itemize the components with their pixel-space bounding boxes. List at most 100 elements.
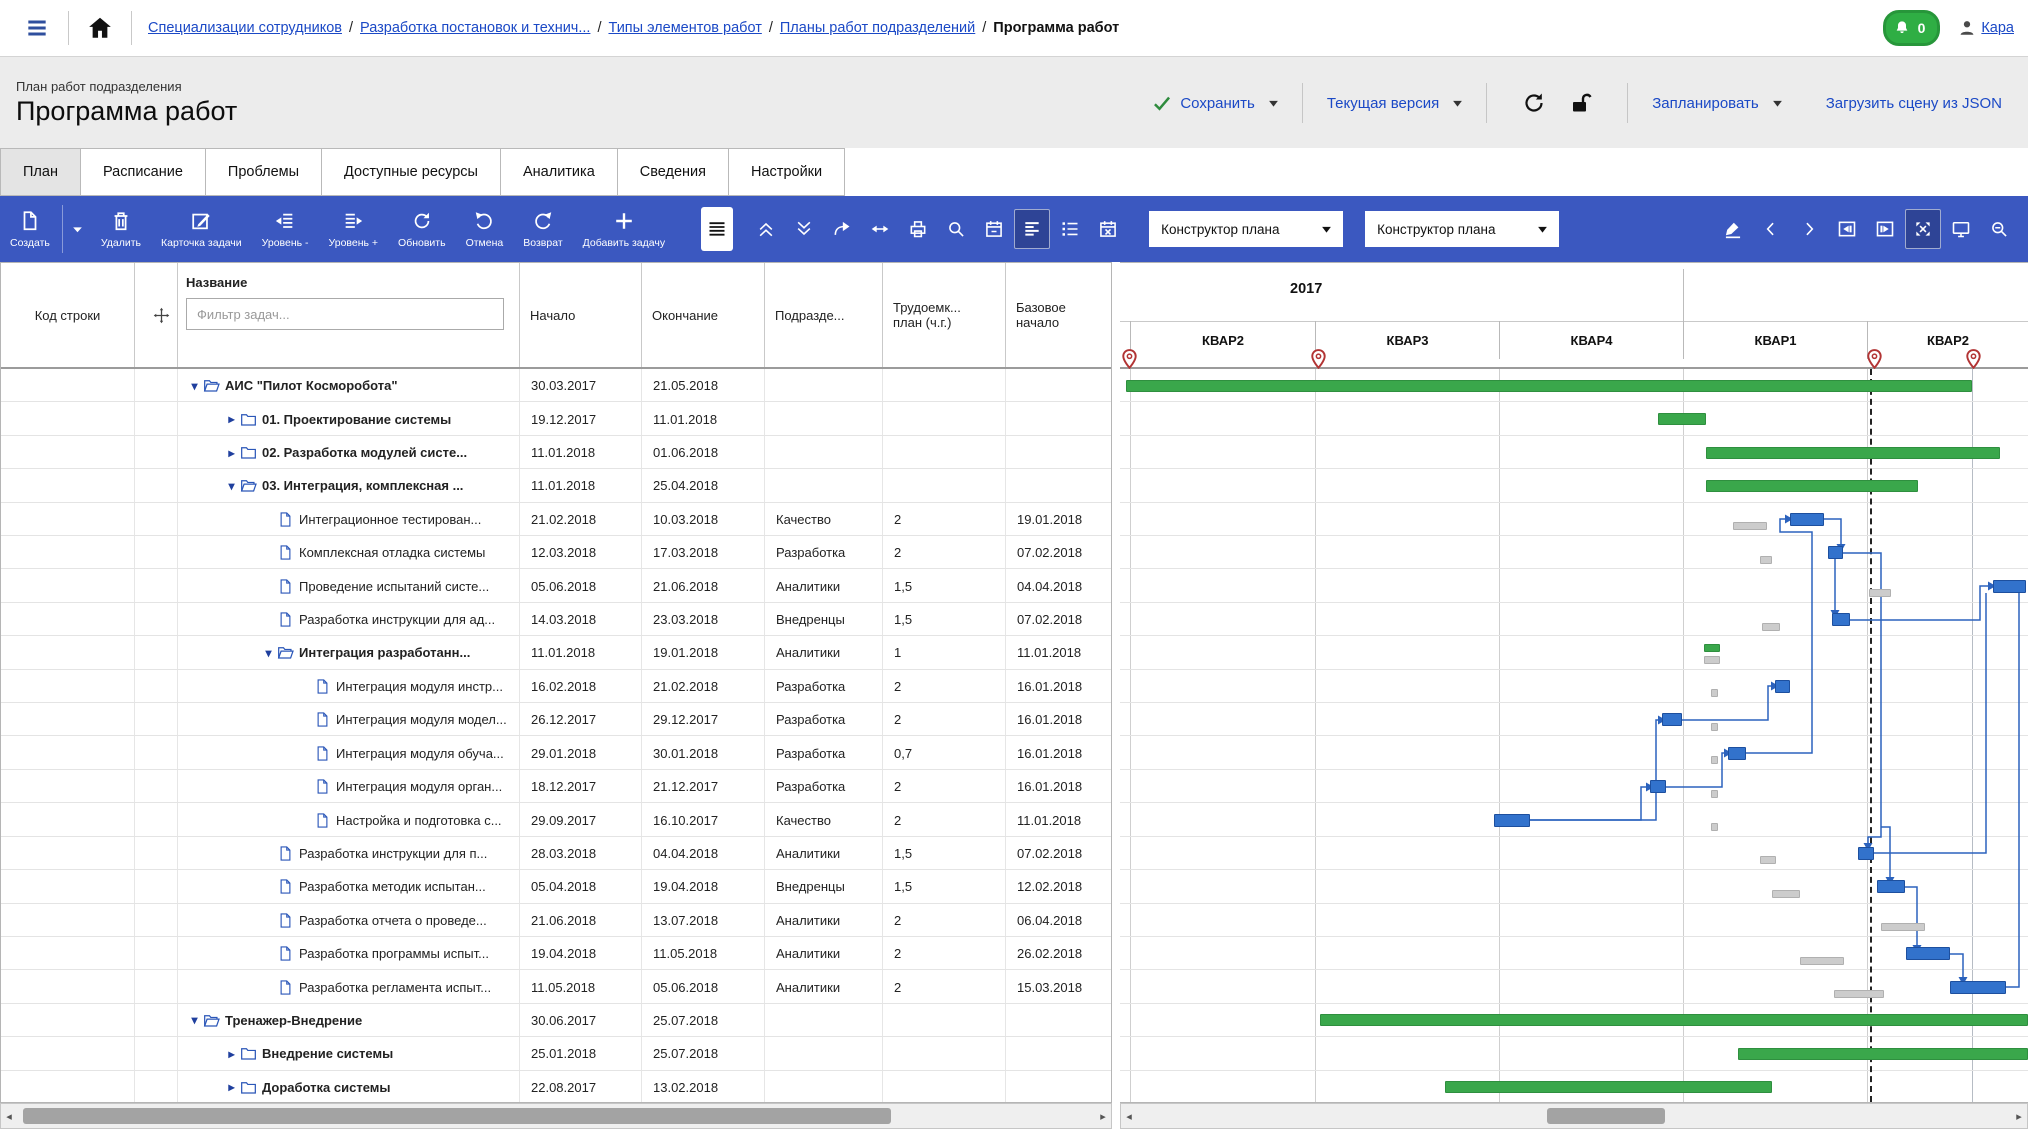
gantt-bar-task[interactable]: [1832, 613, 1850, 626]
scroll-left-arrow[interactable]: ◂: [1122, 1108, 1136, 1124]
tree-toggle-icon[interactable]: ▾: [187, 1013, 202, 1027]
tree-toggle-icon[interactable]: ▾: [261, 646, 276, 660]
gantt-bar-task[interactable]: [1790, 513, 1824, 526]
table-row[interactable]: Комплексная отладка системы12.03.201817.…: [1, 536, 1111, 569]
schedule-button[interactable]: Запланировать: [1652, 95, 1781, 112]
table-row[interactable]: ▸ Внедрение системы25.01.201825.07.2018: [1, 1037, 1111, 1070]
drag-cross-icon[interactable]: [153, 307, 170, 324]
column-header-base-start[interactable]: Базовоеначало: [1005, 263, 1113, 367]
column-header-name[interactable]: Название: [177, 263, 519, 367]
scroll-right-arrow[interactable]: ▸: [1096, 1108, 1110, 1124]
print-button[interactable]: [900, 209, 936, 249]
table-row[interactable]: Разработка регламента испыт...11.05.2018…: [1, 970, 1111, 1003]
level-plus-button[interactable]: Уровень +: [319, 199, 389, 259]
table-row[interactable]: Разработка методик испытан...05.04.20181…: [1, 870, 1111, 903]
tab-plan[interactable]: План: [0, 148, 81, 196]
task-filter-input[interactable]: [186, 298, 504, 330]
refresh-button[interactable]: Обновить: [388, 199, 456, 259]
breadcrumb-link-1[interactable]: Разработка постановок и технич...: [360, 20, 590, 36]
add-task-button[interactable]: Добавить задачу: [573, 199, 675, 259]
table-row[interactable]: Проведение испытаний систе...05.06.20182…: [1, 569, 1111, 602]
gantt-bar-summary[interactable]: [1320, 1014, 2028, 1026]
plan-constructor-2-select[interactable]: Конструктор плана: [1365, 211, 1559, 247]
gantt-bar-task[interactable]: [1494, 814, 1530, 827]
gantt-bar-summary[interactable]: [1126, 380, 1972, 392]
tree-toggle-icon[interactable]: ▸: [224, 446, 239, 460]
tab-analitika[interactable]: Аналитика: [501, 148, 618, 196]
table-row[interactable]: ▸ 01. Проектирование системы19.12.201711…: [1, 402, 1111, 435]
scrollbar-thumb[interactable]: [1547, 1108, 1665, 1124]
fit-screen-button[interactable]: [1905, 209, 1941, 249]
zoom-out-button[interactable]: [1981, 209, 2017, 249]
scroll-right-button[interactable]: [1791, 209, 1827, 249]
gantt-bar-task[interactable]: [1950, 981, 2006, 994]
table-row[interactable]: ▸ Доработка системы22.08.201713.02.2018: [1, 1071, 1111, 1102]
gantt-bar-task[interactable]: [1828, 546, 1843, 559]
load-json-button[interactable]: Загрузить сцену из JSON: [1826, 95, 2002, 112]
task-list-button[interactable]: [1052, 209, 1088, 249]
table-hscrollbar[interactable]: ◂▸: [0, 1103, 1112, 1129]
tree-toggle-icon[interactable]: ▸: [224, 412, 239, 426]
search-button[interactable]: [938, 209, 974, 249]
gantt-bar-task[interactable]: [1650, 780, 1666, 793]
tree-toggle-icon[interactable]: ▸: [224, 1080, 239, 1094]
table-row[interactable]: Настройка и подготовка с...29.09.201716.…: [1, 803, 1111, 836]
table-row[interactable]: Разработка отчета о проведе...21.06.2018…: [1, 904, 1111, 937]
home-icon[interactable]: [85, 13, 115, 43]
breadcrumb-link-0[interactable]: Специализации сотрудников: [148, 20, 342, 36]
column-header-end[interactable]: Окончание: [641, 263, 764, 367]
column-header-code[interactable]: Код строки: [1, 263, 134, 367]
cancel-button[interactable]: Отмена: [456, 199, 514, 259]
table-row[interactable]: Разработка программы испыт...19.04.20181…: [1, 937, 1111, 970]
tab-svedeniya[interactable]: Сведения: [618, 148, 729, 196]
gantt-bar-summary[interactable]: [1658, 413, 1706, 425]
user-menu[interactable]: Кара: [1958, 19, 2014, 37]
table-row[interactable]: Интеграция модуля инстр...16.02.201821.0…: [1, 670, 1111, 703]
column-header-drag[interactable]: [134, 263, 177, 367]
align-view-button[interactable]: [1014, 209, 1050, 249]
frame-next-button[interactable]: [1867, 209, 1903, 249]
task-card-button[interactable]: Карточка задачи: [151, 199, 252, 259]
calendar-minus-button[interactable]: [976, 209, 1012, 249]
table-row[interactable]: Интеграция модуля обуча...29.01.201830.0…: [1, 736, 1111, 769]
go-to-task-button[interactable]: [824, 209, 860, 249]
gantt-bar-task[interactable]: [1662, 713, 1682, 726]
tab-dostupnye-resursy[interactable]: Доступные ресурсы: [322, 148, 501, 196]
hamburger-menu-icon[interactable]: [22, 13, 52, 43]
milestone-pin-icon[interactable]: [1122, 349, 1137, 369]
milestone-pin-icon[interactable]: [1311, 349, 1326, 369]
collapse-all-button[interactable]: [748, 209, 784, 249]
save-button[interactable]: Сохранить: [1152, 93, 1278, 113]
create-button[interactable]: Создать: [0, 199, 60, 259]
tree-toggle-icon[interactable]: ▸: [224, 1047, 239, 1061]
tab-nastroyki[interactable]: Настройки: [729, 148, 845, 196]
table-row[interactable]: ▾ АИС "Пилот Косморобота"30.03.201721.05…: [1, 369, 1111, 402]
pen-mode-button[interactable]: [1715, 209, 1751, 249]
delete-button[interactable]: Удалить: [91, 199, 151, 259]
column-header-effort[interactable]: Трудоемк...план (ч.г.): [882, 263, 1005, 367]
gantt-bar-summary[interactable]: [1738, 1048, 2028, 1060]
table-row[interactable]: ▸ 02. Разработка модулей систе...11.01.2…: [1, 436, 1111, 469]
gantt-bar-task[interactable]: [1993, 580, 2026, 593]
scrollbar-thumb[interactable]: [23, 1108, 891, 1124]
fullscreen-button[interactable]: [1943, 209, 1979, 249]
return-button[interactable]: Возврат: [513, 199, 572, 259]
tab-problemy[interactable]: Проблемы: [206, 148, 322, 196]
gantt-bar-task[interactable]: [1877, 880, 1905, 893]
tree-toggle-icon[interactable]: ▾: [224, 479, 239, 493]
column-header-start[interactable]: Начало: [519, 263, 641, 367]
gantt-bar-task[interactable]: [1906, 947, 1950, 960]
notifications-badge[interactable]: 0: [1883, 10, 1941, 46]
table-row[interactable]: ▾ Интеграция разработанн...11.01.201819.…: [1, 636, 1111, 669]
gantt-bar-summary[interactable]: [1706, 447, 2000, 459]
breadcrumb-link-3[interactable]: Планы работ подразделений: [780, 20, 975, 36]
refresh-icon[interactable]: [1519, 88, 1549, 118]
milestone-pin-icon[interactable]: [1966, 349, 1981, 369]
table-row[interactable]: Интеграция модуля модел...26.12.201729.1…: [1, 703, 1111, 736]
gantt-bar-summary-small[interactable]: [1704, 644, 1720, 652]
create-more-button[interactable]: [65, 199, 91, 259]
row-menu-button[interactable]: [701, 207, 733, 251]
table-row[interactable]: ▾ 03. Интеграция, комплексная ...11.01.2…: [1, 469, 1111, 502]
table-row[interactable]: Интеграционное тестирован...21.02.201810…: [1, 503, 1111, 536]
table-row[interactable]: ▾ Тренажер-Внедрение30.06.201725.07.2018: [1, 1004, 1111, 1037]
